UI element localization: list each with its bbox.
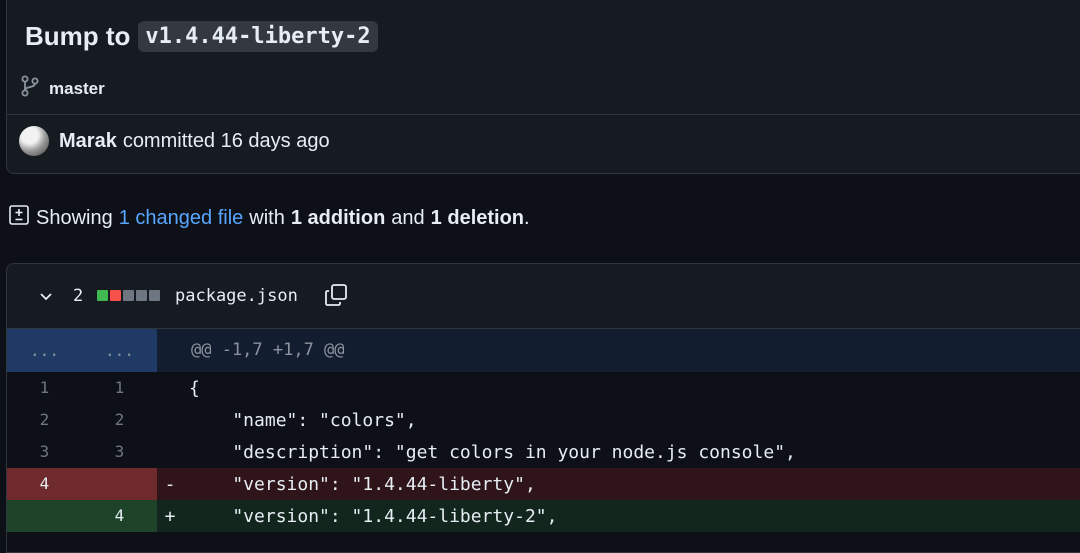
diffstat-square [97,290,108,301]
branch-name[interactable]: master [49,79,105,99]
git-branch-icon [21,75,39,102]
summary-with: with [249,206,285,229]
diffstat-square [149,290,160,301]
code-line: "name": "colors", [189,409,417,431]
commit-title-section: Bump to v1.4.44-liberty-2 master [7,0,1080,115]
new-line-number[interactable]: 1 [82,372,157,404]
commit-title-text: Bump to [25,21,131,51]
old-line-number[interactable]: 3 [7,436,82,468]
hunk-range: @@ -1,7 +1,7 @@ [191,340,345,360]
copy-icon[interactable] [323,282,349,313]
summary-and: and [391,206,425,229]
hunk-header: ... ... @@ -1,7 +1,7 @@ [7,329,1080,372]
code-line: "version": "1.4.44-liberty-2", [189,505,558,527]
diffstat-bar [97,290,160,301]
diffstat-square [136,290,147,301]
additions-count: 1 addition [290,206,386,229]
summary-suffix: . [524,206,530,229]
old-line-number[interactable]: 2 [7,404,82,436]
code-line: { [189,377,200,399]
diffstat-square [123,290,134,301]
commit-title-version: v1.4.44-liberty-2 [138,21,378,52]
deletions-count: 1 deletion [430,206,525,229]
expand-down-button[interactable]: ... [82,329,157,372]
diff-line: 22 "name": "colors", [7,404,1080,436]
diff-lines: 1 1{2 2 "name": "colors", 3 3 "description":… [7,372,1080,532]
file-name[interactable]: package.json [175,286,298,306]
old-line-number[interactable]: 1 [7,372,82,404]
diff-sign: + [164,505,176,527]
chevron-down-icon[interactable] [38,288,54,309]
diff-line: 33 "description": "get colors in your no… [7,436,1080,468]
old-line-number[interactable] [7,500,82,532]
new-line-number[interactable] [82,468,157,500]
code-line: "version": "1.4.44-liberty", [189,473,536,495]
diff-summary: Showing 1 changed file with 1 addition a… [8,204,530,232]
old-line-number[interactable]: 4 [7,468,82,500]
diff-line: 4 - "version": "1.4.44-liberty", [7,468,1080,500]
commit-header: Bump to v1.4.44-liberty-2 master Marak c… [6,0,1080,174]
new-line-number[interactable]: 4 [82,500,157,532]
new-line-number[interactable]: 3 [82,436,157,468]
summary-prefix: Showing [36,206,113,229]
commit-title: Bump to v1.4.44-liberty-2 [25,21,378,52]
author-name[interactable]: Marak [59,130,117,153]
file-diff-icon [8,204,30,232]
branch-info[interactable]: master [21,75,105,102]
diffstat-square [110,290,121,301]
avatar[interactable] [19,126,49,156]
file-diff: 2 package.json ... ... @@ -1,7 +1,7 @@ 1… [6,263,1080,553]
diff-line: 1 1 { [7,372,1080,404]
diff-line-count: 2 [73,286,84,306]
changed-files-link[interactable]: 1 changed file [119,207,244,230]
diff-line: 4 + "version": "1.4.44-liberty-2", [7,500,1080,532]
code-line: "description": "get colors in your node.… [189,441,796,463]
file-header: 2 package.json [7,264,1080,329]
expand-up-button[interactable]: ... [7,329,82,372]
commit-time: committed 16 days ago [122,129,330,152]
diff-sign: - [164,473,176,495]
new-line-number[interactable]: 2 [82,404,157,436]
commit-author-row: Marak committed 16 days ago [19,126,330,156]
